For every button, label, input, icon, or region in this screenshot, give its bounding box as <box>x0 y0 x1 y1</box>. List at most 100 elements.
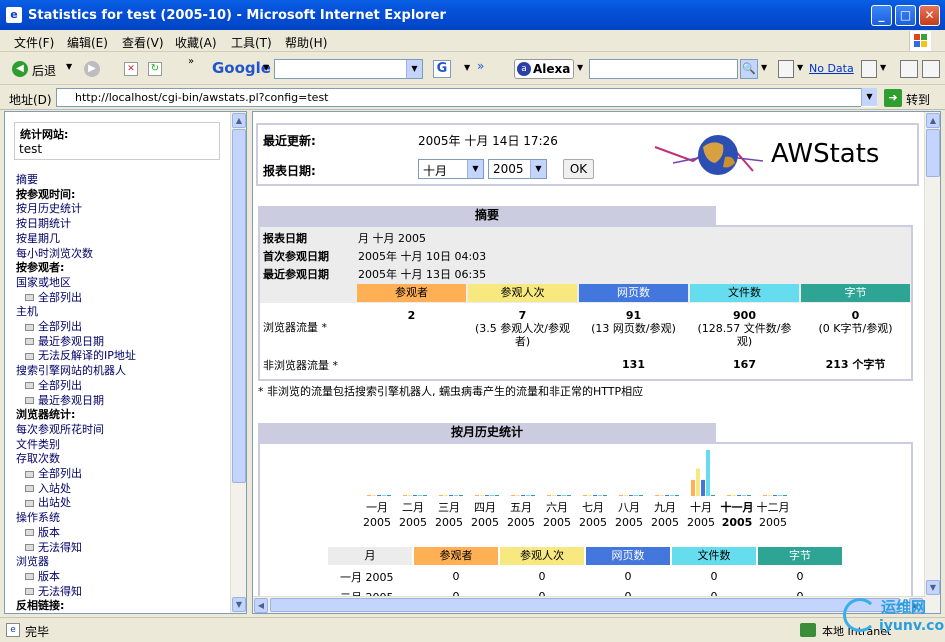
menu-edit[interactable]: 编辑(E) <box>67 34 108 51</box>
refresh-icon[interactable]: ↻ <box>148 62 162 76</box>
close-button[interactable]: ✕ <box>919 5 940 26</box>
nav-link[interactable]: 按星期几 <box>16 230 60 246</box>
col-files-header: 文件数 <box>690 284 799 302</box>
alexa-search-dropdown-icon[interactable]: ▼ <box>761 63 767 72</box>
month-label: 五月 <box>510 501 532 514</box>
subitem-icon <box>25 470 34 478</box>
rank-dropdown-icon[interactable]: ▼ <box>880 63 886 72</box>
address-input[interactable]: http://localhost/cgi-bin/awstats.pl?conf… <box>56 88 876 107</box>
page-info-icon[interactable] <box>778 60 794 78</box>
nav-link[interactable]: 来源网址 <box>16 612 60 613</box>
toolbar-overflow-icon[interactable]: » <box>188 56 194 67</box>
nav-link[interactable]: 每次参观所花时间 <box>16 421 104 437</box>
go-button[interactable]: 转到 <box>906 91 930 108</box>
nav-link[interactable]: 国家或地区 <box>16 274 71 290</box>
summary-cell-value: 2 <box>407 309 416 322</box>
page-info-dropdown-icon[interactable]: ▼ <box>797 63 803 72</box>
nav-subitem[interactable]: 全部列出 <box>25 318 82 334</box>
nav-link[interactable]: 存取次数 <box>16 450 60 466</box>
nav-link[interactable]: 浏览器 <box>16 553 49 569</box>
nav-link[interactable]: 按月历史统计 <box>16 200 82 216</box>
nav-link[interactable]: 摘要 <box>16 171 38 187</box>
google-search-input[interactable]: ▼ <box>274 59 423 79</box>
back-arrow-icon[interactable]: ◀ <box>12 61 28 77</box>
page-done-icon: e <box>6 623 20 637</box>
minimize-button[interactable]: _ <box>871 5 892 26</box>
google-search-dropdown-icon[interactable]: ▼ <box>406 60 422 78</box>
scroll-thumb[interactable] <box>232 129 246 483</box>
nav-subitem[interactable]: 出站处 <box>25 494 71 510</box>
nav-subitem[interactable]: 全部列出 <box>25 377 82 393</box>
chart-bar-八月-参观者 <box>619 495 623 496</box>
back-button[interactable]: 后退 <box>32 62 56 79</box>
maximize-button[interactable]: □ <box>895 5 916 26</box>
nav-subitem[interactable]: 版本 <box>25 524 60 540</box>
content-hscrollbar[interactable]: ◀ ▶ <box>253 596 926 613</box>
chart-bar-二月-文件数 <box>418 495 422 496</box>
popup-blocker-icon[interactable] <box>922 60 940 78</box>
scroll-down-icon[interactable]: ▼ <box>926 580 940 595</box>
monthly-chart <box>367 450 787 496</box>
nav-subitem[interactable]: 入站处 <box>25 480 71 496</box>
nav-subitem[interactable]: 全部列出 <box>25 289 82 305</box>
nav-subitem[interactable]: 全部列出 <box>25 465 82 481</box>
title-bar[interactable]: e Statistics for test (2005-10) - Micros… <box>0 0 945 30</box>
month-select[interactable]: 十月 ▼ <box>418 159 484 179</box>
rank-icon[interactable] <box>861 60 877 78</box>
chart-bar-九月-文件数 <box>670 495 674 496</box>
menu-file[interactable]: 文件(F) <box>14 34 54 51</box>
nav-subitem[interactable]: 无法得知 <box>25 583 82 599</box>
address-dropdown-icon[interactable]: ▼ <box>861 88 877 106</box>
google-search-icon[interactable]: G <box>433 60 451 78</box>
nav-frame: 统计网站: test 摘要 按参观时间: 按月历史统计 按日期统计 按星期几 每小时浏览次… <box>4 111 247 614</box>
hscroll-thumb[interactable] <box>270 598 900 612</box>
nav-subitem-label: 出站处 <box>38 496 71 510</box>
year-select[interactable]: 2005 ▼ <box>488 159 547 179</box>
google-dropdown-icon[interactable]: ▼ <box>263 63 269 72</box>
chart-bar-八月-网页数 <box>629 495 633 496</box>
alexa-search-input[interactable] <box>589 59 738 79</box>
monthly-panel: 一月 2005 二月 2005 三月 2005 四月 2005 五月 2005 六月 2005 七月 20… <box>258 442 913 613</box>
alexa-button[interactable]: a Alexa <box>514 59 574 79</box>
highlight-icon[interactable] <box>900 60 918 78</box>
address-label: 地址(D) <box>9 93 52 107</box>
nav-link[interactable]: 文件类别 <box>16 436 60 452</box>
nav-scrollbar[interactable]: ▲ ▼ <box>230 112 246 613</box>
stop-icon[interactable]: ✕ <box>124 62 138 76</box>
nav-subitem-label: 全部列出 <box>38 320 82 333</box>
alexa-search-icon[interactable]: 🔍 <box>740 59 758 79</box>
nav-link[interactable]: 搜索引擎网站的机器人 <box>16 362 126 378</box>
scroll-up-icon[interactable]: ▲ <box>232 113 246 128</box>
scroll-up-icon[interactable]: ▲ <box>926 113 940 128</box>
subitem-icon <box>25 588 34 596</box>
nav-link[interactable]: 每小时浏览次数 <box>16 245 93 261</box>
scroll-left-icon[interactable]: ◀ <box>254 598 268 613</box>
go-arrow-icon[interactable]: ➜ <box>884 89 902 107</box>
menu-view[interactable]: 查看(V) <box>122 34 164 51</box>
nav-subitem[interactable]: 无法反解译的IP地址 <box>25 347 136 363</box>
nav-subitem[interactable]: 最近参观日期 <box>25 392 104 408</box>
period-label: 报表日期: <box>263 164 316 178</box>
ok-button[interactable]: OK <box>563 159 594 179</box>
nav-subitem[interactable]: 最近参观日期 <box>25 333 104 349</box>
chart-bar-一月-文件数 <box>382 495 386 496</box>
menu-tools[interactable]: 工具(T) <box>231 34 272 51</box>
google-overflow-icon[interactable]: » <box>477 59 484 73</box>
scroll-down-icon[interactable]: ▼ <box>232 597 246 612</box>
forward-arrow-icon[interactable]: ▶ <box>84 61 100 77</box>
menu-help[interactable]: 帮助(H) <box>285 34 327 51</box>
year-label: 2005 <box>687 516 715 529</box>
nav-link[interactable]: 主机 <box>16 303 38 319</box>
scroll-thumb[interactable] <box>926 129 940 177</box>
google-options-icon[interactable]: ▼ <box>464 63 470 72</box>
nav-subitem[interactable]: 版本 <box>25 568 60 584</box>
content-scrollbar[interactable]: ▲ ▼ <box>924 112 940 613</box>
nav-link[interactable]: 操作系统 <box>16 509 60 525</box>
alexa-dropdown-icon[interactable]: ▼ <box>577 63 583 72</box>
back-dropdown-icon[interactable]: ▼ <box>66 62 72 71</box>
chart-bar-九月-参观者 <box>655 495 659 496</box>
menu-favorites[interactable]: 收藏(A) <box>175 34 217 51</box>
nav-subitem[interactable]: 无法得知 <box>25 539 82 555</box>
no-data-link[interactable]: No Data <box>809 62 854 75</box>
nav-link[interactable]: 按日期统计 <box>16 215 71 231</box>
